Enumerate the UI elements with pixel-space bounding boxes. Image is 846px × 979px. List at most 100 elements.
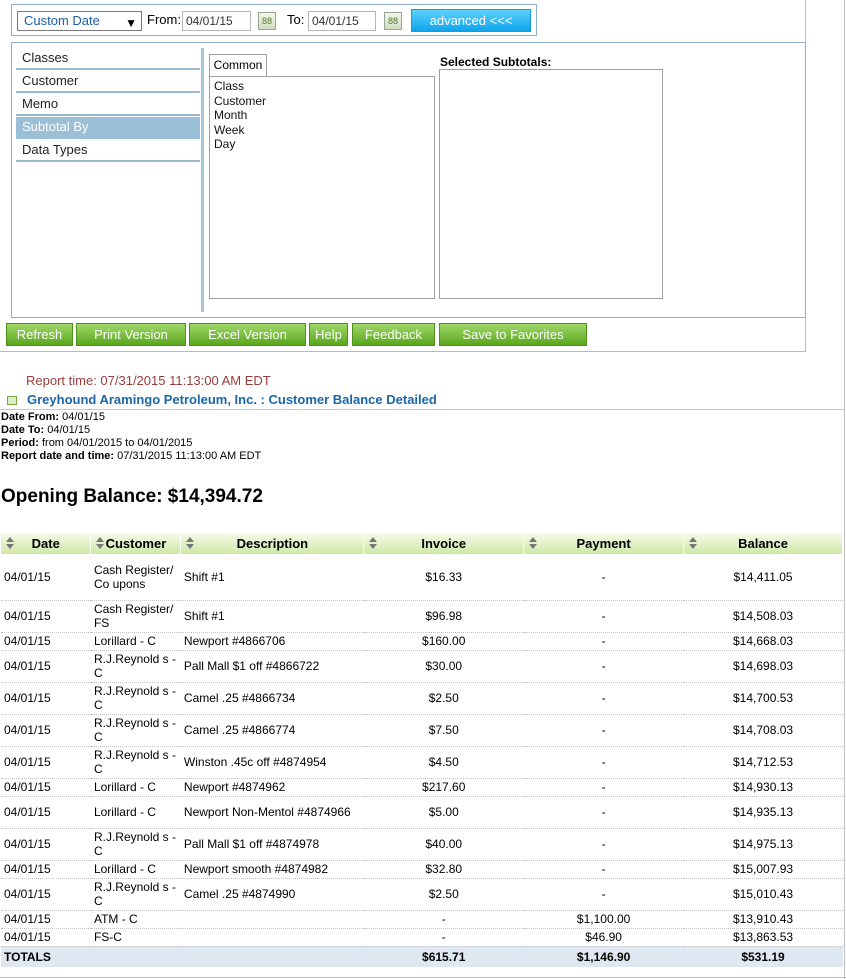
cell-balance: $14,700.53 [683, 682, 843, 715]
cell-balance: $14,975.13 [683, 828, 843, 861]
cell-balance: $14,698.03 [683, 650, 843, 683]
cell-description: Camel .25 #4866774 [180, 714, 364, 747]
from-date-input[interactable]: 04/01/15 [182, 11, 251, 31]
cell-balance: $14,508.03 [683, 600, 843, 633]
cell-balance: $14,668.03 [683, 632, 843, 651]
cell-customer: FS-C [90, 928, 181, 947]
cell-date: 04/01/15 [1, 632, 91, 651]
calendar-icon[interactable]: 88 [258, 12, 276, 30]
feedback-button[interactable]: Feedback [352, 323, 435, 346]
nav-item-memo[interactable]: Memo [16, 94, 200, 116]
cell-date: 04/01/15 [1, 554, 91, 601]
col-header-description[interactable]: Description [180, 533, 365, 554]
calendar-icon[interactable]: 88 [384, 12, 402, 30]
table-row: 04/01/15 R.J.Reynold s - C Pall Mall $1 of… [1, 828, 843, 861]
meta-value: from 04/01/2015 to 04/01/2015 [41, 437, 193, 449]
table-row: 04/01/15 R.J.Reynold s - C Camel .25 #4866… [1, 682, 843, 715]
sort-icon[interactable] [368, 537, 378, 549]
totals-cell-empty [90, 946, 181, 967]
cell-description: Newport #4874962 [180, 778, 364, 797]
sort-icon[interactable] [5, 537, 15, 549]
cell-invoice: $2.50 [363, 682, 524, 715]
cell-customer: Lorillard - C [90, 796, 181, 829]
help-button[interactable]: Help [309, 323, 348, 346]
col-header-date[interactable]: Date [1, 533, 92, 554]
cell-customer: R.J.Reynold s - C [90, 828, 181, 861]
date-range-select[interactable]: Custom Date ▼ [17, 11, 142, 31]
document-icon[interactable] [7, 396, 17, 405]
cell-date: 04/01/15 [1, 714, 91, 747]
field-option[interactable]: Month [214, 108, 430, 123]
cell-balance: $13,863.53 [683, 928, 843, 947]
cell-customer: Lorillard - C [90, 632, 181, 651]
cell-description: Newport Non-Mentol #4874966 [180, 796, 364, 829]
cell-description: Winston .45c off #4874954 [180, 746, 364, 779]
cell-description [180, 928, 364, 947]
meta-value: 07/31/2015 11:13:00 AM EDT [117, 450, 262, 462]
table-row: 04/01/15 R.J.Reynold s - C Winston .45c of… [1, 746, 843, 779]
meta-value: 04/01/15 [47, 424, 91, 436]
excel-version-button[interactable]: Excel Version [189, 323, 306, 346]
col-header-payment[interactable]: Payment [523, 533, 685, 554]
sort-icon[interactable] [688, 537, 698, 549]
advanced-toggle-button[interactable]: advanced <<< [411, 9, 531, 32]
cell-invoice: $4.50 [363, 746, 524, 779]
nav-item-subtotal-by[interactable]: Subtotal By [16, 117, 200, 139]
sort-icon[interactable] [528, 537, 538, 549]
table-row: 04/01/15 FS-C - $46.90 $13,863.53 [1, 928, 843, 947]
table-header-row: Date Customer Description Invoice Paymen… [1, 533, 843, 554]
cell-description: Pall Mall $1 off #4874978 [180, 828, 364, 861]
date-range-value: Custom Date [24, 13, 100, 28]
cell-payment: - [523, 746, 684, 779]
available-fields-list[interactable]: Class Customer Month Week Day [209, 76, 435, 299]
tab-common[interactable]: Common [209, 54, 267, 76]
cell-invoice: $217.60 [363, 778, 524, 797]
cell-date: 04/01/15 [1, 650, 91, 683]
refresh-button[interactable]: Refresh [6, 323, 73, 346]
cell-invoice: $5.00 [363, 796, 524, 829]
report-title-text: Greyhound Aramingo Petroleum, Inc. : Cus… [27, 392, 437, 407]
field-option[interactable]: Day [214, 137, 430, 152]
col-header-invoice[interactable]: Invoice [363, 533, 525, 554]
cell-description: Newport #4866706 [180, 632, 364, 651]
field-option[interactable]: Class [214, 79, 430, 94]
opening-balance: Opening Balance: $14,394.72 [1, 486, 263, 507]
nav-divider [201, 48, 204, 312]
nav-item-classes[interactable]: Classes [16, 48, 200, 70]
nav-item-data-types[interactable]: Data Types [16, 140, 200, 162]
field-option[interactable]: Customer [214, 94, 430, 109]
nav-item-customer[interactable]: Customer [16, 71, 200, 93]
cell-payment: - [523, 600, 684, 633]
date-filter-bar: Custom Date ▼ From: 04/01/15 88 To: 04/0… [11, 4, 537, 36]
cell-date: 04/01/15 [1, 828, 91, 861]
cell-date: 04/01/15 [1, 910, 91, 929]
totals-row: TOTALS $615.71 $1,146.90 $531.19 [1, 946, 843, 967]
cell-customer: R.J.Reynold s - C [90, 746, 181, 779]
cell-customer: R.J.Reynold s - C [90, 682, 181, 715]
cell-date: 04/01/15 [1, 778, 91, 797]
table-row: 04/01/15 Lorillard - C Newport #4874962 $21… [1, 778, 843, 797]
col-header-balance[interactable]: Balance [683, 533, 843, 554]
cell-invoice: $32.80 [363, 860, 524, 879]
cell-payment: $46.90 [523, 928, 684, 947]
cell-payment: - [523, 632, 684, 651]
cell-payment: - [523, 878, 684, 911]
print-version-button[interactable]: Print Version [76, 323, 186, 346]
sort-icon[interactable] [185, 537, 195, 549]
cell-balance: $15,010.43 [683, 878, 843, 911]
col-header-customer[interactable]: Customer [90, 533, 182, 554]
totals-balance: $531.19 [683, 946, 843, 967]
cell-date: 04/01/15 [1, 682, 91, 715]
from-label: From: [147, 12, 181, 27]
save-to-favorites-button[interactable]: Save to Favorites [439, 323, 587, 346]
to-date-input[interactable]: 04/01/15 [308, 11, 376, 31]
selected-subtotals-list[interactable] [439, 69, 663, 299]
cell-date: 04/01/15 [1, 860, 91, 879]
cell-balance: $13,910.43 [683, 910, 843, 929]
field-option[interactable]: Week [214, 123, 430, 138]
cell-payment: - [523, 828, 684, 861]
sort-icon[interactable] [95, 537, 105, 549]
cell-customer: R.J.Reynold s - C [90, 878, 181, 911]
col-header-label: Description [236, 536, 309, 551]
table-row: 04/01/15 Lorillard - C Newport #4866706 $16… [1, 632, 843, 651]
